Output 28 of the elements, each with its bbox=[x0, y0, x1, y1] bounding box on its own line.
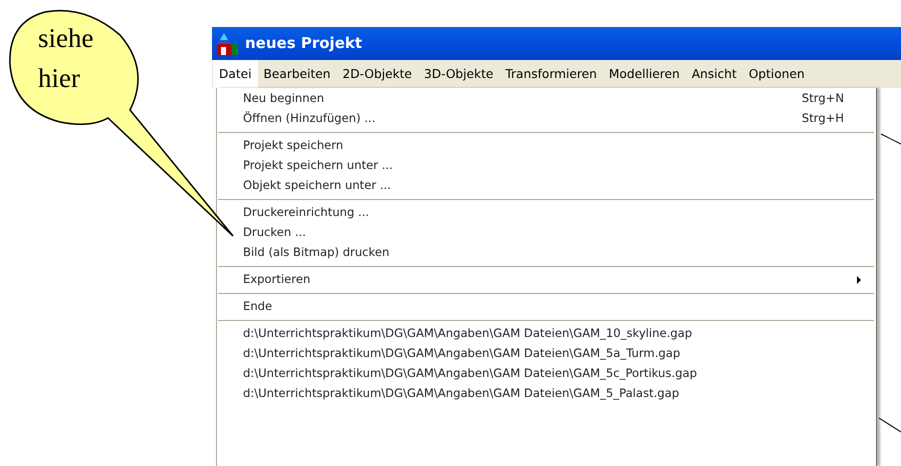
menu-entry[interactable]: d:\Unterrichtspraktikum\DG\GAM\Angaben\GAM Dateien\GAM_5a_Turm.gap bbox=[243, 345, 844, 363]
menu-item[interactable]: Ansicht bbox=[686, 60, 743, 88]
menu-entry[interactable]: Drucken ... bbox=[243, 224, 844, 242]
menu-entry[interactable]: Projekt speichern bbox=[243, 137, 844, 155]
menu-entry[interactable]: Objekt speichern unter ... bbox=[243, 177, 844, 195]
menu-item[interactable]: Modellieren bbox=[602, 60, 686, 88]
menu-entry[interactable]: Druckereinrichtung ... bbox=[243, 204, 844, 222]
shortcut-label: Strg+N bbox=[802, 90, 844, 108]
submenu-arrow-icon bbox=[857, 276, 861, 284]
callout-text: siehe hier bbox=[38, 22, 94, 95]
menu-item[interactable]: 2D-Objekte bbox=[336, 60, 418, 88]
menu-item[interactable]: Optionen bbox=[742, 60, 811, 88]
menu-item[interactable]: Transformieren bbox=[499, 60, 603, 88]
menu-entry[interactable]: d:\Unterrichtspraktikum\DG\GAM\Angaben\GAM Dateien\GAM_5c_Portikus.gap bbox=[243, 365, 844, 383]
menu-item[interactable]: 3D-Objekte bbox=[418, 60, 500, 88]
menu-entry[interactable]: d:\Unterrichtspraktikum\DG\GAM\Angaben\GAM Dateien\GAM_5_Palast.gap bbox=[243, 385, 844, 403]
house-icon bbox=[215, 30, 241, 56]
shortcut-label: Strg+H bbox=[802, 110, 844, 128]
window-title: neues Projekt bbox=[245, 33, 362, 54]
menu-item[interactable]: Datei bbox=[213, 60, 258, 88]
menu-entry[interactable]: Neu beginnen bbox=[243, 90, 802, 108]
menu-item[interactable]: Bearbeiten bbox=[258, 60, 336, 88]
menu-entry[interactable]: Bild (als Bitmap) drucken bbox=[243, 244, 844, 262]
menu-entry[interactable]: Ende bbox=[243, 298, 844, 316]
menu-entry[interactable]: Exportieren bbox=[243, 271, 857, 289]
menu-entry[interactable]: d:\Unterrichtspraktikum\DG\GAM\Angaben\GAM Dateien\GAM_10_skyline.gap bbox=[243, 325, 844, 343]
menu-entry[interactable]: Öffnen (Hinzufügen) ... bbox=[243, 110, 802, 128]
menu-entry[interactable]: Projekt speichern unter ... bbox=[243, 157, 844, 175]
